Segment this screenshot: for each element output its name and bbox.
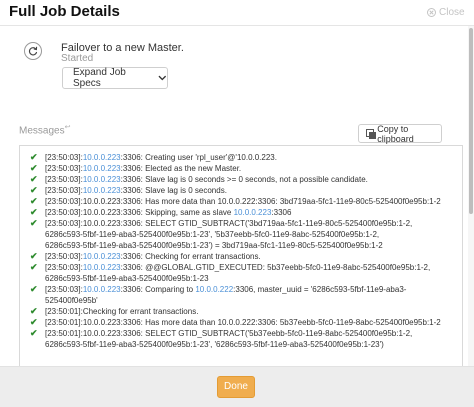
message-item: ✔ [23:50:03]:10.0.0.223:3306: Has more da… [30, 196, 458, 207]
copy-icon [366, 129, 377, 139]
message-text: [23:50:01]:Checking for errant transacti… [45, 306, 458, 317]
message-fragment: :3306: Creating user 'rpl_user'@'10.0.0.… [120, 153, 277, 162]
message-item: ✔ [23:50:03]:10.0.0.223:3306: Skipping, s… [30, 207, 458, 218]
messages-list: ✔ [23:50:03]:10.0.0.223:3306: Creating us… [30, 152, 458, 350]
message-item: ✔ [23:50:03]:10.0.0.223:3306: @@GLOBAL.GT… [30, 262, 458, 284]
copy-to-clipboard-button[interactable]: Copy to clipboard [358, 123, 442, 144]
message-timestamp: [23:50:03]: [45, 219, 83, 228]
message-item: ✔ [23:50:03]:10.0.0.223:3306: Slave lag i… [30, 185, 458, 196]
message-item: ✔ [23:50:01]:10.0.0.223:3306: SELECT GTID… [30, 328, 458, 350]
wrap-icon: ↩︎ [64, 124, 71, 131]
message-text: [23:50:01]:10.0.0.223:3306: Has more dat… [45, 317, 458, 328]
check-icon: ✔ [30, 207, 38, 217]
message-timestamp: [23:50:03]: [45, 285, 83, 294]
message-fragment: Checking for errant transactions. [82, 307, 199, 316]
message-timestamp: [23:50:03]: [45, 263, 83, 272]
expand-job-specs-label: Expand Job Specs [73, 67, 126, 89]
check-icon: ✔ [30, 152, 38, 162]
scrollbar-thumb[interactable] [469, 28, 473, 214]
message-fragment: 10.0.0.223:3306: SELECT GTID_SUBTRACT('3… [45, 219, 413, 250]
copy-to-clipboard-label: Copy to clipboard [377, 123, 414, 144]
message-timestamp: [23:50:03]: [45, 164, 83, 173]
check-icon: ✔ [30, 262, 38, 272]
check-icon: ✔ [30, 306, 38, 316]
message-item: ✔ [23:50:03]:10.0.0.223:3306: Elected as … [30, 163, 458, 174]
host-link[interactable]: 10.0.0.223 [83, 186, 121, 195]
message-text: [23:50:03]:10.0.0.223:3306: Skipping, sa… [45, 207, 458, 218]
message-item: ✔ [23:50:03]:10.0.0.223:3306: Slave lag i… [30, 174, 458, 185]
message-fragment: :3306: Comparing to [120, 285, 196, 294]
host-link[interactable]: 10.0.0.223 [83, 164, 121, 173]
message-timestamp: [23:50:03]: [45, 208, 83, 217]
message-fragment: :3306: Checking for errant transactions. [120, 252, 261, 261]
host-link[interactable]: 10.0.0.223 [83, 252, 121, 261]
close-icon [427, 8, 436, 17]
host-link[interactable]: 10.0.0.223 [83, 285, 121, 294]
message-fragment: :3306: Slave lag is 0 seconds >= 0 secon… [120, 175, 368, 184]
host-link[interactable]: 10.0.0.223 [234, 208, 272, 217]
check-icon: ✔ [30, 185, 38, 195]
message-timestamp: [23:50:03]: [45, 252, 83, 261]
message-text: [23:50:03]:10.0.0.223:3306: Slave lag is… [45, 174, 458, 185]
check-icon: ✔ [30, 328, 38, 338]
message-fragment: :3306 [271, 208, 292, 217]
host-link[interactable]: 10.0.0.223 [83, 263, 121, 272]
message-text: [23:50:03]:10.0.0.223:3306: Creating use… [45, 152, 458, 163]
check-icon: ✔ [30, 218, 38, 228]
message-timestamp: [23:50:03]: [45, 186, 83, 195]
host-link[interactable]: 10.0.0.223 [83, 153, 121, 162]
chevron-down-icon [158, 75, 167, 81]
message-timestamp: [23:50:01]: [45, 329, 83, 338]
message-timestamp: [23:50:01]: [45, 307, 83, 316]
host-link[interactable]: 10.0.0.222 [195, 285, 233, 294]
check-icon: ✔ [30, 174, 38, 184]
message-item: ✔ [23:50:03]:10.0.0.223:3306: Creating us… [30, 152, 458, 163]
messages-panel[interactable]: ✔ [23:50:03]:10.0.0.223:3306: Creating us… [19, 145, 463, 367]
message-timestamp: [23:50:03]: [45, 175, 83, 184]
message-item: ✔ [23:50:03]:10.0.0.223:3306: Checking fo… [30, 251, 458, 262]
message-fragment: 10.0.0.223:3306: Skipping, same as slave [82, 208, 234, 217]
message-fragment: 10.0.0.223:3306: SELECT GTID_SUBTRACT('5… [45, 329, 413, 349]
message-item: ✔ [23:50:03]:10.0.0.223:3306: SELECT GTID… [30, 218, 458, 251]
message-text: [23:50:03]:10.0.0.223:3306: Has more dat… [45, 196, 458, 207]
check-icon: ✔ [30, 251, 38, 261]
message-item: ✔ [23:50:01]:10.0.0.223:3306: Has more da… [30, 317, 458, 328]
message-text: [23:50:03]:10.0.0.223:3306: @@GLOBAL.GTI… [45, 262, 458, 284]
expand-job-specs-button[interactable]: Expand Job Specs [62, 67, 168, 89]
modal-header: Full Job Details Close [0, 0, 474, 26]
check-icon: ✔ [30, 317, 38, 327]
message-fragment: 10.0.0.223:3306: Has more data than 10.0… [82, 197, 441, 206]
modal-footer: Done [0, 366, 474, 407]
message-timestamp: [23:50:01]: [45, 318, 83, 327]
host-link[interactable]: 10.0.0.223 [83, 175, 121, 184]
vertical-scrollbar[interactable] [468, 26, 474, 366]
message-text: [23:50:03]:10.0.0.223:3306: Slave lag is… [45, 185, 458, 196]
message-fragment: :3306: Elected as the new Master. [120, 164, 242, 173]
messages-label: Messages↩︎ [19, 124, 71, 137]
check-icon: ✔ [30, 163, 38, 173]
message-text: [23:50:03]:10.0.0.223:3306: Checking for… [45, 251, 458, 262]
message-item: ✔ [23:50:01]:Checking for errant transact… [30, 306, 458, 317]
message-text: [23:50:03]:10.0.0.223:3306: Elected as t… [45, 163, 458, 174]
message-timestamp: [23:50:03]: [45, 153, 83, 162]
message-text: [23:50:01]:10.0.0.223:3306: SELECT GTID_… [45, 328, 458, 350]
close-label: Close [439, 7, 465, 18]
refresh-icon [24, 42, 42, 60]
check-icon: ✔ [30, 284, 38, 294]
check-icon: ✔ [30, 196, 38, 206]
close-button[interactable]: Close [427, 7, 465, 18]
job-status: Started [61, 53, 94, 64]
message-item: ✔ [23:50:03]:10.0.0.223:3306: Comparing t… [30, 284, 458, 306]
modal-title: Full Job Details [9, 3, 120, 20]
message-timestamp: [23:50:03]: [45, 197, 83, 206]
message-text: [23:50:03]:10.0.0.223:3306: SELECT GTID_… [45, 218, 458, 251]
message-fragment: :3306: Slave lag is 0 seconds. [120, 186, 227, 195]
done-button[interactable]: Done [217, 376, 255, 398]
message-text: [23:50:03]:10.0.0.223:3306: Comparing to… [45, 284, 458, 306]
message-fragment: 10.0.0.223:3306: Has more data than 10.0… [82, 318, 441, 327]
